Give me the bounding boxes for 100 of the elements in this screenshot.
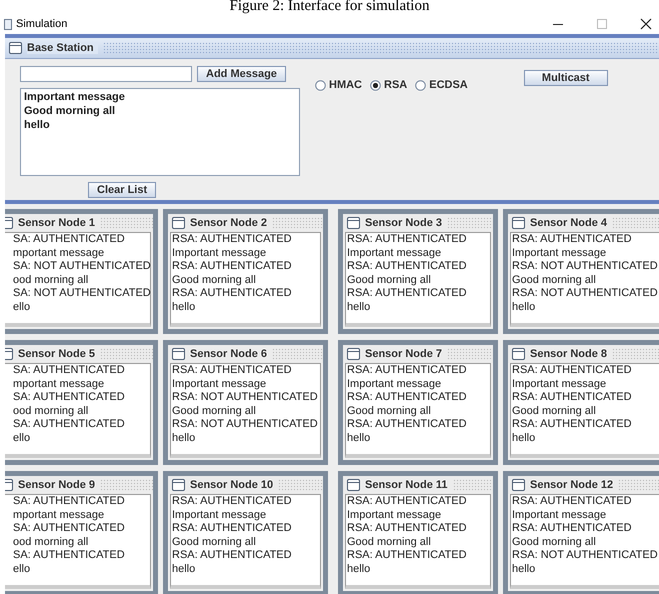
log-line: ello bbox=[13, 432, 30, 446]
log-line: RSA: AUTHENTICATED bbox=[172, 260, 292, 274]
log-line: Good morning all bbox=[512, 536, 596, 550]
log-line: SA: AUTHENTICATED bbox=[13, 364, 125, 378]
log-line: RSA: AUTHENTICATED bbox=[512, 391, 632, 405]
window-icon bbox=[512, 348, 525, 360]
log-line: SA: AUTHENTICATED bbox=[13, 418, 125, 432]
log-line: hello bbox=[347, 432, 370, 446]
log-line: ood morning all bbox=[13, 536, 88, 550]
log-line: Good morning all bbox=[172, 274, 256, 288]
log-line: RSA: AUTHENTICATED bbox=[512, 522, 632, 536]
log-line: Important message bbox=[172, 246, 266, 260]
node-title: Sensor Node 8 bbox=[530, 348, 608, 360]
node-title: Sensor Node 2 bbox=[190, 217, 268, 229]
title-bar-texture bbox=[272, 348, 323, 360]
log-line: Important message bbox=[512, 508, 606, 522]
title-bar-texture bbox=[612, 348, 659, 360]
log-line: Good morning all bbox=[172, 404, 256, 418]
title-bar-texture bbox=[452, 479, 493, 491]
log-line: RSA: AUTHENTICATED bbox=[347, 287, 467, 301]
log-line: RSA: NOT AUTHENTICATED bbox=[512, 549, 658, 563]
log-line: RSA: AUTHENTICATED bbox=[512, 418, 632, 432]
title-bar-texture bbox=[618, 479, 659, 491]
radio-button[interactable] bbox=[370, 80, 381, 90]
window-icon bbox=[512, 479, 525, 491]
node-title: Sensor Node 5 bbox=[18, 348, 96, 360]
log-line: Important message bbox=[512, 246, 606, 260]
log-line: RSA: AUTHENTICATED bbox=[172, 364, 292, 378]
close-icon[interactable] bbox=[639, 17, 653, 31]
log-line: Good morning all bbox=[172, 536, 256, 550]
node-title: Sensor Node 1 bbox=[18, 217, 96, 229]
node-title: Sensor Node 4 bbox=[530, 217, 608, 229]
window-icon bbox=[172, 348, 185, 360]
log-line: Important message bbox=[172, 508, 266, 522]
radio-label: RSA bbox=[384, 79, 408, 91]
log-line: Important message bbox=[347, 378, 442, 392]
window-icon bbox=[347, 479, 360, 491]
log-line: Good morning all bbox=[347, 404, 431, 418]
radio-button[interactable] bbox=[315, 80, 326, 90]
node-title: Sensor Node 12 bbox=[530, 479, 614, 491]
log-line: RSA: AUTHENTICATED bbox=[347, 233, 467, 247]
log-line: RSA: NOT AUTHENTICATED bbox=[172, 391, 318, 405]
log-line: hello bbox=[512, 432, 536, 446]
log-line: RSA: AUTHENTICATED bbox=[347, 495, 467, 509]
title-bar-texture bbox=[447, 348, 493, 360]
radio-label: HMAC bbox=[329, 79, 362, 91]
message-field[interactable] bbox=[20, 66, 192, 82]
log-line: SA: AUTHENTICATED bbox=[13, 233, 125, 247]
log-line: hello bbox=[512, 562, 536, 577]
message-item[interactable]: Important message bbox=[24, 91, 296, 103]
log-line: RSA: AUTHENTICATED bbox=[512, 233, 632, 247]
title-bar-texture bbox=[447, 217, 493, 229]
add-message-button[interactable]: Add Message bbox=[197, 66, 286, 82]
window-icon bbox=[512, 217, 525, 229]
log-line: Good morning all bbox=[347, 536, 431, 550]
title-bar-texture bbox=[278, 479, 323, 491]
log-line: RSA: AUTHENTICATED bbox=[347, 260, 467, 274]
node-title: Sensor Node 9 bbox=[18, 479, 96, 491]
clear-list-button[interactable]: Clear List bbox=[88, 182, 156, 198]
node-title: Sensor Node 7 bbox=[365, 348, 442, 360]
log-line: RSA: AUTHENTICATED bbox=[347, 522, 467, 536]
log-line: RSA: AUTHENTICATED bbox=[512, 495, 632, 509]
log-line: RSA: NOT AUTHENTICATED bbox=[512, 287, 658, 301]
panel-title: Base Station bbox=[27, 42, 98, 54]
node-title: Sensor Node 10 bbox=[190, 479, 274, 491]
window-title: Simulation bbox=[16, 18, 68, 30]
log-line: hello bbox=[347, 562, 370, 577]
maximize-icon[interactable] bbox=[595, 17, 609, 31]
log-line: RSA: AUTHENTICATED bbox=[172, 495, 292, 509]
message-item[interactable]: Good morning all bbox=[24, 105, 296, 117]
log-line: RSA: AUTHENTICATED bbox=[172, 549, 292, 563]
log-line: hello bbox=[172, 432, 196, 446]
log-line: SA: AUTHENTICATED bbox=[13, 549, 125, 563]
log-line: SA: AUTHENTICATED bbox=[13, 522, 125, 536]
log-line: SA: AUTHENTICATED bbox=[13, 391, 125, 405]
title-bar-texture bbox=[100, 217, 153, 229]
log-line: RSA: AUTHENTICATED bbox=[512, 364, 632, 378]
log-line: RSA: AUTHENTICATED bbox=[347, 364, 467, 378]
node-title: Sensor Node 3 bbox=[365, 217, 442, 229]
log-line: mportant message bbox=[13, 378, 104, 392]
log-line: mportant message bbox=[13, 246, 104, 260]
log-line: mportant message bbox=[13, 508, 104, 522]
log-line: ood morning all bbox=[13, 404, 88, 418]
multicast-button[interactable]: Multicast bbox=[524, 70, 608, 86]
message-item[interactable]: hello bbox=[24, 119, 296, 131]
log-line: SA: NOT AUTHENTICATED bbox=[13, 260, 151, 274]
log-line: RSA: NOT AUTHENTICATED bbox=[172, 418, 318, 432]
log-line: ood morning all bbox=[13, 274, 88, 288]
title-bar-texture bbox=[100, 348, 153, 360]
log-line: hello bbox=[172, 300, 196, 315]
log-line: ello bbox=[13, 300, 30, 315]
radio-label: ECDSA bbox=[429, 79, 468, 91]
title-bar-texture bbox=[100, 479, 153, 491]
window-icon bbox=[172, 479, 185, 491]
window-icon bbox=[172, 217, 185, 229]
log-line: SA: AUTHENTICATED bbox=[13, 495, 125, 509]
radio-button[interactable] bbox=[415, 80, 426, 90]
app-icon bbox=[4, 18, 12, 30]
log-line: RSA: AUTHENTICATED bbox=[172, 522, 292, 536]
title-bar-texture bbox=[612, 217, 659, 229]
